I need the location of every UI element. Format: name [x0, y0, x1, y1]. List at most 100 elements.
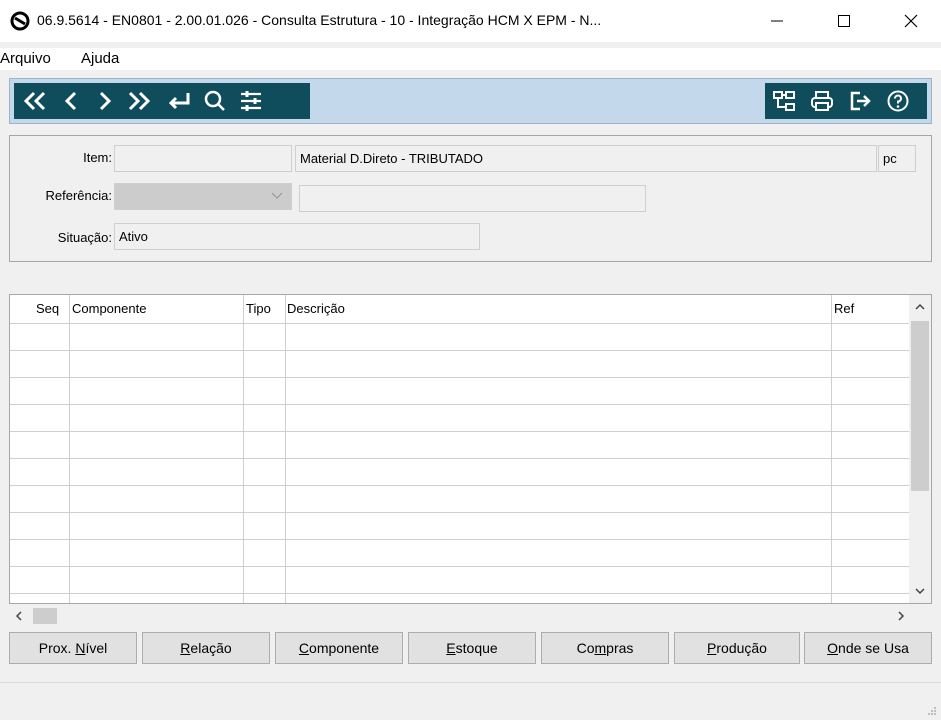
header-divider: [10, 323, 910, 324]
column-header-descricao[interactable]: Descrição: [287, 301, 345, 316]
status-bar: [0, 682, 941, 720]
button-label-post: stoque: [455, 640, 498, 656]
minimize-button[interactable]: [754, 0, 800, 42]
row-divider: [10, 485, 910, 486]
situacao-label: Situação:: [57, 230, 112, 245]
horizontal-scrollbar[interactable]: [9, 604, 932, 628]
first-record-button[interactable]: [20, 83, 50, 119]
row-divider: [10, 593, 910, 594]
vertical-scrollbar[interactable]: [909, 295, 931, 603]
navigation-group: [14, 83, 310, 119]
compras-button[interactable]: Co m pras: [541, 632, 669, 664]
column-divider: [243, 295, 244, 603]
row-divider: [10, 404, 910, 405]
relacao-button[interactable]: Relação: [142, 632, 270, 664]
scroll-down-icon[interactable]: [915, 587, 925, 595]
previous-record-button[interactable]: [56, 83, 86, 119]
button-label-post: omponente: [309, 640, 380, 656]
item-unit-field: pc: [878, 145, 916, 172]
estoque-button[interactable]: Estoque: [408, 632, 536, 664]
help-icon: [887, 90, 909, 112]
horizontal-scroll-thumb[interactable]: [33, 608, 57, 624]
column-header-componente[interactable]: Componente: [72, 301, 146, 316]
actions-group: [765, 83, 927, 119]
first-icon: [23, 91, 46, 111]
return-button[interactable]: [164, 83, 194, 119]
next-record-button[interactable]: [90, 83, 120, 119]
structure-grid[interactable]: Seq Componente Tipo Descrição Ref: [9, 294, 932, 604]
next-icon: [99, 91, 112, 111]
row-divider: [10, 350, 910, 351]
button-label-key: E: [446, 640, 456, 656]
button-label-pre: Co: [576, 640, 595, 656]
help-button[interactable]: [883, 83, 913, 119]
last-record-button[interactable]: [124, 83, 154, 119]
row-divider: [10, 539, 910, 540]
button-label-key: P: [707, 640, 717, 656]
item-description-field: Material D.Direto - TRIBUTADO: [295, 145, 877, 172]
item-form-panel: Item: Material D.Direto - TRIBUTADO pc R…: [9, 135, 932, 262]
componente-button[interactable]: Componente: [275, 632, 403, 664]
onde-se-usa-button[interactable]: Onde se Usa: [804, 632, 932, 664]
menu-ajuda[interactable]: Ajuda: [81, 50, 119, 67]
close-icon: [904, 14, 918, 28]
button-label-post: rodução: [716, 640, 767, 656]
previous-icon: [64, 91, 77, 111]
referencia-dropdown[interactable]: [114, 183, 292, 210]
app-logo-icon: [10, 11, 30, 31]
column-divider: [69, 295, 70, 603]
maximize-button[interactable]: [821, 0, 867, 42]
situacao-field: Ativo: [114, 223, 480, 250]
column-header-tipo[interactable]: Tipo: [246, 301, 271, 316]
referencia-label: Referência:: [45, 188, 112, 203]
column-divider: [831, 295, 832, 603]
scroll-up-icon[interactable]: [915, 303, 925, 311]
structure-tree-icon: [773, 91, 795, 111]
scroll-left-icon[interactable]: [15, 611, 23, 621]
button-label-pre: Prox.: [38, 640, 76, 656]
vertical-scroll-thumb[interactable]: [911, 321, 929, 491]
prox-nivel-button[interactable]: Prox. Nível: [9, 632, 137, 664]
row-divider: [10, 512, 910, 513]
action-buttons: Prox. Nível Relação Componente Estoque C…: [9, 632, 932, 666]
producao-button[interactable]: Produção: [674, 632, 800, 664]
button-label-post: pras: [606, 640, 634, 656]
column-divider: [285, 295, 286, 603]
filter-settings-icon: [241, 91, 261, 111]
row-divider: [10, 458, 910, 459]
toolbar: [9, 78, 932, 124]
row-divider: [10, 566, 910, 567]
search-icon: [204, 90, 225, 111]
button-label-key: O: [827, 640, 839, 656]
close-button[interactable]: [888, 0, 934, 42]
return-icon: [168, 93, 190, 110]
button-label-key: N: [75, 640, 86, 656]
row-divider: [10, 431, 910, 432]
grid-header: Seq Componente Tipo Descrição Ref: [10, 295, 910, 323]
print-icon: [811, 91, 833, 111]
button-label-post: elação: [190, 640, 232, 656]
column-header-ref[interactable]: Ref: [834, 301, 854, 316]
button-label-key: m: [594, 640, 607, 656]
filter-settings-button[interactable]: [236, 83, 266, 119]
search-button[interactable]: [200, 83, 230, 119]
button-label-post: ível: [85, 640, 108, 656]
item-code-field[interactable]: [114, 145, 292, 172]
exit-icon: [850, 91, 871, 111]
scroll-right-icon[interactable]: [897, 611, 905, 621]
button-label-key: C: [298, 640, 310, 656]
button-label-post: nde se Usa: [838, 640, 909, 656]
chevron-down-icon: [271, 192, 283, 199]
referencia-description-field: [299, 185, 646, 212]
button-label-key: R: [180, 640, 191, 656]
minimize-icon: [771, 20, 783, 22]
structure-tree-button[interactable]: [769, 83, 799, 119]
column-header-seq[interactable]: Seq: [36, 301, 59, 316]
menu-arquivo[interactable]: Arquivo: [0, 50, 51, 67]
exit-button[interactable]: [845, 83, 875, 119]
resize-grip-icon[interactable]: [927, 706, 937, 716]
print-button[interactable]: [807, 83, 837, 119]
window-title: 06.9.5614 - EN0801 - 2.00.01.026 - Consu…: [37, 12, 602, 28]
maximize-icon: [838, 15, 850, 27]
menu-bar: Arquivo Ajuda: [0, 48, 941, 70]
